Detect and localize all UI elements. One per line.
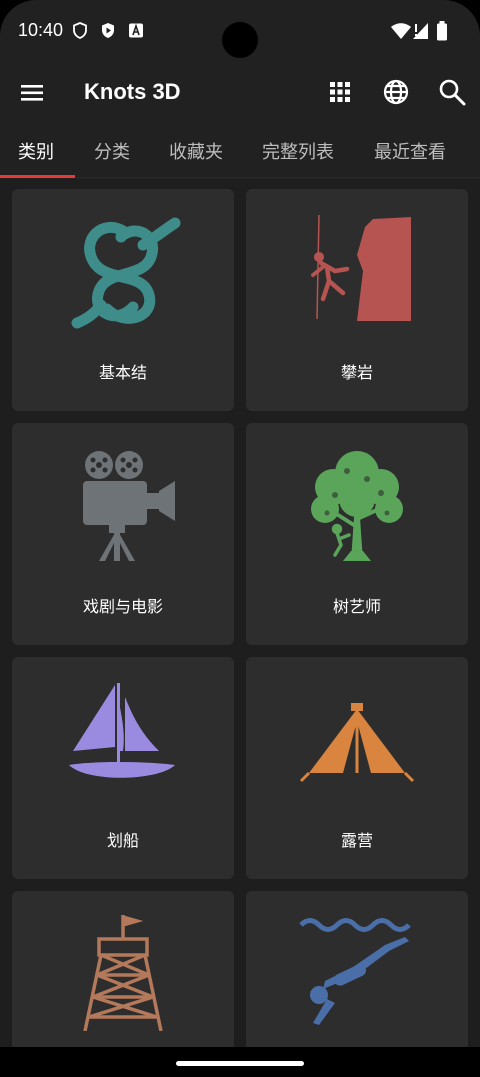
tab-recently-viewed[interactable]: 最近查看 [374,138,446,164]
app-bar: Knots 3D [0,64,480,122]
globe-icon[interactable] [380,76,412,108]
app-title: Knots 3D [84,79,181,104]
sailboat-icon [69,683,175,778]
tree-icon [311,451,403,561]
signal-icon [413,23,428,39]
menu-icon[interactable] [18,78,48,108]
category-card-diving[interactable] [246,891,468,1047]
category-card-theatre-film[interactable]: 戏剧与电影 [12,423,234,645]
category-card-basic-knots[interactable]: 基本结 [12,189,234,411]
front-camera [222,22,258,58]
grid-view-icon[interactable] [324,76,356,108]
app-screen: 10:40 Knots 3D 类别 分类 收藏夹 完整列表 最近查看 基本结 攀… [0,0,480,1077]
category-label: 戏剧与电影 [82,597,163,616]
shield-icon [73,22,87,39]
category-card-boating[interactable]: 划船 [12,657,234,879]
tab-indicator [0,175,75,178]
category-card-tower[interactable] [12,891,234,1047]
category-label: 划船 [106,831,139,850]
tower-icon [83,915,163,1031]
tab-classification[interactable]: 分类 [94,138,130,164]
film-camera-icon [83,451,175,561]
knot-icon [71,217,181,329]
diver-icon [299,918,411,1025]
category-card-camping[interactable]: 露营 [246,657,468,879]
wifi-icon [391,23,411,39]
category-card-climbing[interactable]: 攀岩 [246,189,468,411]
tab-favorites[interactable]: 收藏夹 [169,138,223,164]
home-gesture-handle[interactable] [176,1061,304,1066]
keyboard-a-icon [129,23,143,38]
battery-icon [437,21,447,41]
category-label: 露营 [340,831,373,850]
status-bar: 10:40 [0,0,480,64]
category-label: 攀岩 [340,363,373,382]
search-icon[interactable] [436,76,468,108]
category-label: 树艺师 [332,597,381,616]
climbing-icon [311,214,411,321]
status-time: 10:40 [18,20,64,40]
category-label: 基本结 [98,363,147,382]
play-protect-icon [102,23,114,38]
category-card-arborist[interactable]: 树艺师 [246,423,468,645]
tab-full-list[interactable]: 完整列表 [262,138,334,164]
tent-icon [299,703,415,783]
category-grid: 基本结 攀岩 戏剧与电影 树艺师 划船 露营 [0,179,480,1047]
navigation-bar [0,1047,480,1077]
tab-bar: 类别 分类 收藏夹 完整列表 最近查看 [0,122,480,178]
tab-categories[interactable]: 类别 [18,138,54,164]
